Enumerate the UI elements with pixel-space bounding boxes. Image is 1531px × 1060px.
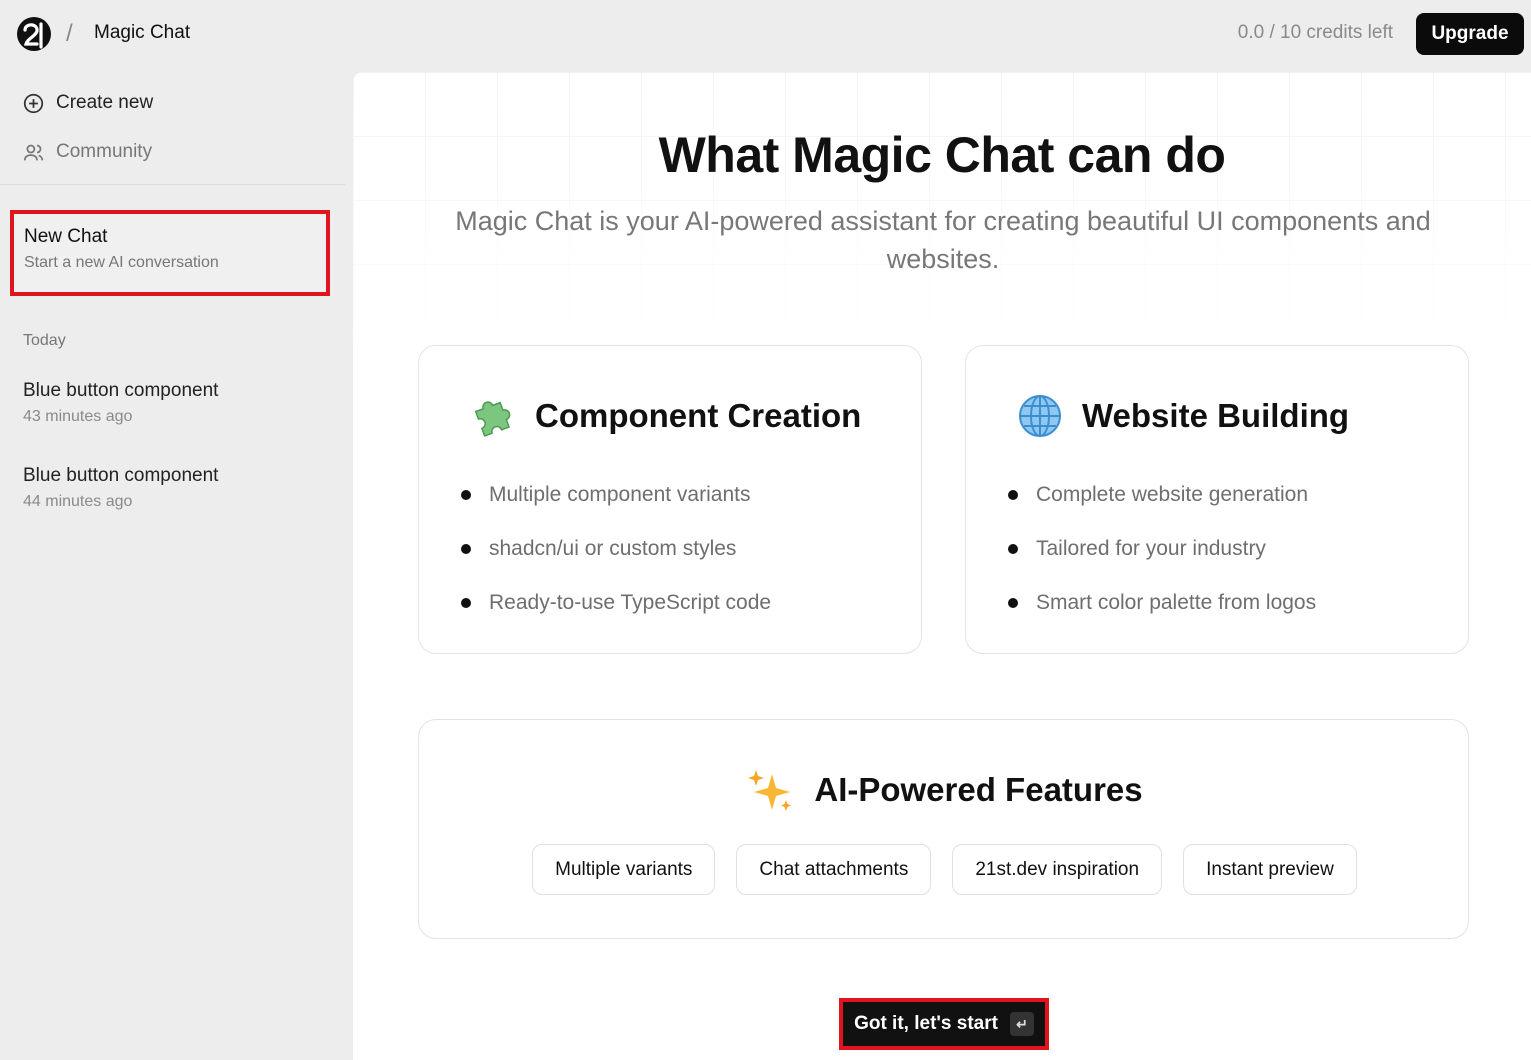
card-title-text: Component Creation (535, 397, 862, 434)
feature-list: Complete website generation Tailored for… (1008, 468, 1316, 630)
card-title: AI-Powered Features (419, 766, 1470, 814)
sidebar-item-label: Community (56, 141, 153, 162)
card-title: Website Building (1016, 392, 1349, 440)
breadcrumb-separator: / (66, 20, 73, 47)
users-icon (23, 144, 44, 160)
main-heading: What Magic Chat can do (658, 127, 1226, 183)
list-item: Tailored for your industry (1008, 522, 1316, 576)
page-title[interactable]: Magic Chat (94, 22, 190, 44)
enter-key-icon: ↵ (1009, 1012, 1034, 1036)
sidebar-divider (0, 184, 345, 185)
puzzle-icon (474, 401, 511, 437)
start-button-highlight: Got it, let's start ↵ (839, 998, 1049, 1050)
start-button[interactable]: Got it, let's start ↵ (843, 1002, 1045, 1046)
chat-item-new-chat[interactable]: New Chat Start a new AI conversation (10, 210, 330, 296)
list-item: Complete website generation (1008, 468, 1316, 522)
bullet (461, 598, 471, 608)
bullet (1008, 490, 1018, 500)
chat-timestamp: 43 minutes ago (23, 408, 133, 425)
list-item: shadcn/ui or custom styles (461, 522, 771, 576)
feature-card-component-creation: Component Creation Multiple component va… (418, 345, 922, 654)
chat-history-item[interactable]: Blue button component 43 minutes ago (23, 380, 333, 426)
list-item: Smart color palette from logos (1008, 576, 1316, 630)
chat-timestamp: 44 minutes ago (23, 493, 133, 510)
list-item-text: Smart color palette from logos (1036, 591, 1317, 614)
list-item-text: shadcn/ui or custom styles (489, 537, 737, 560)
sidebar-item-label: Create new (56, 92, 154, 113)
card-title-text: AI-Powered Features (814, 771, 1143, 808)
chip-21st-inspiration[interactable]: 21st.dev inspiration (952, 844, 1163, 895)
feature-card-website-building: Website Building Complete website genera… (965, 345, 1469, 654)
upgrade-button[interactable]: Upgrade (1416, 13, 1524, 55)
section-label-today: Today (23, 332, 66, 349)
list-item: Multiple component variants (461, 468, 771, 522)
feature-chips: Multiple variants Chat attachments 21st.… (419, 844, 1470, 895)
plus-circle-icon (23, 93, 44, 113)
app-logo-icon[interactable] (16, 16, 52, 52)
list-item-text: Ready-to-use TypeScript code (489, 591, 772, 614)
bullet (461, 544, 471, 554)
chip-multiple-variants[interactable]: Multiple variants (532, 844, 716, 895)
list-item: Ready-to-use TypeScript code (461, 576, 771, 630)
list-item-text: Tailored for your industry (1036, 537, 1266, 560)
sidebar: Create new Community New Chat Start a ne… (0, 70, 352, 1060)
start-button-label: Got it, let's start (854, 1013, 998, 1034)
top-bar: / Magic Chat 0.0 / 10 credits left Upgra… (0, 0, 1531, 70)
bullet (1008, 544, 1018, 554)
list-item-text: Complete website generation (1036, 483, 1308, 506)
credits-counter: 0.0 / 10 credits left (1237, 22, 1393, 43)
chip-chat-attachments[interactable]: Chat attachments (736, 844, 932, 895)
sidebar-item-community[interactable]: Community (23, 141, 152, 163)
list-item-text: Multiple component variants (489, 483, 751, 506)
chat-history-item[interactable]: Blue button component 44 minutes ago (23, 465, 333, 511)
chat-title: Blue button component (23, 380, 219, 401)
main-panel: What Magic Chat can do Magic Chat is you… (353, 72, 1531, 1060)
globe-icon (1019, 395, 1061, 437)
feature-card-ai-powered: AI-Powered Features Multiple variants Ch… (418, 719, 1469, 939)
bullet (461, 490, 471, 500)
bullet (1008, 598, 1018, 608)
sparkles-icon (748, 770, 792, 811)
card-title-text: Website Building (1082, 397, 1350, 434)
chip-instant-preview[interactable]: Instant preview (1183, 844, 1357, 895)
chat-title: Blue button component (23, 465, 219, 486)
main-subheading: Magic Chat is your AI-powered assistant … (455, 206, 1431, 274)
chat-title: New Chat (24, 226, 108, 247)
chat-subtitle: Start a new AI conversation (24, 254, 219, 271)
card-title: Component Creation (469, 392, 861, 440)
feature-list: Multiple component variants shadcn/ui or… (461, 468, 771, 630)
sidebar-item-create-new[interactable]: Create new (23, 92, 153, 114)
